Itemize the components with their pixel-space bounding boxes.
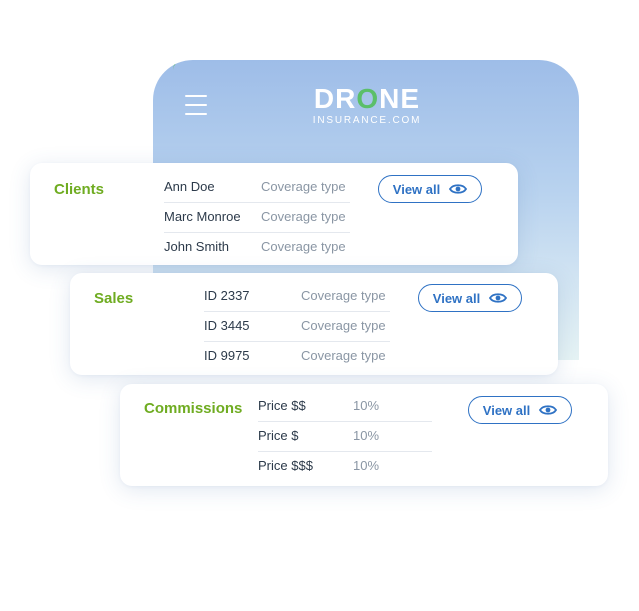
button-label: View all — [432, 290, 481, 306]
clients-list: Ann Doe Coverage type Marc Monroe Covera… — [164, 173, 350, 263]
sales-card: Sales ID 2337 Coverage type ID 3445 Cove… — [70, 273, 558, 375]
client-name: Ann Doe — [164, 179, 215, 194]
logo-subtext: INSURANCE.COM — [312, 115, 422, 126]
coverage-type: Coverage type — [261, 239, 346, 254]
list-item[interactable]: Ann Doe Coverage type — [164, 173, 350, 203]
commission-rate: 10% — [353, 458, 380, 473]
list-item[interactable]: John Smith Coverage type — [164, 233, 350, 263]
app-logo: DRONE INSURANCE.COM — [309, 84, 425, 127]
coverage-type: Coverage type — [301, 318, 386, 333]
list-item[interactable]: ID 3445 Coverage type — [204, 312, 390, 342]
client-name: John Smith — [164, 239, 230, 254]
price-label: Price $$$ — [258, 458, 313, 473]
client-name: Marc Monroe — [164, 209, 241, 224]
eye-icon — [539, 405, 558, 415]
sales-list: ID 2337 Coverage type ID 3445 Coverage t… — [204, 282, 390, 372]
sale-id: ID 2337 — [204, 288, 250, 303]
accent-edge — [173, 60, 233, 70]
list-item[interactable]: ID 9975 Coverage type — [204, 342, 390, 372]
price-label: Price $ — [258, 428, 299, 443]
sales-title: Sales — [94, 290, 134, 307]
coverage-type: Coverage type — [301, 348, 386, 363]
commissions-view-all-button[interactable]: View all — [468, 396, 572, 424]
clients-title: Clients — [54, 181, 105, 198]
list-item[interactable]: Price $ 10% — [258, 422, 432, 452]
price-label: Price $$ — [258, 398, 306, 413]
button-label: View all — [482, 402, 531, 418]
commission-rate: 10% — [353, 428, 380, 443]
sale-id: ID 9975 — [204, 348, 250, 363]
commissions-card: Commissions Price $$ 10% Price $ 10% Pri… — [120, 384, 608, 486]
coverage-type: Coverage type — [261, 179, 346, 194]
list-item[interactable]: Price $$$ 10% — [258, 452, 432, 482]
logo-wordmark: DRONE — [309, 84, 425, 114]
coverage-type: Coverage type — [301, 288, 386, 303]
eye-icon — [489, 293, 508, 303]
clients-card: Clients Ann Doe Coverage type Marc Monro… — [30, 163, 518, 265]
button-label: View all — [392, 181, 441, 197]
hamburger-menu-icon[interactable] — [185, 95, 209, 115]
sale-id: ID 3445 — [204, 318, 250, 333]
commissions-list: Price $$ 10% Price $ 10% Price $$$ 10% — [258, 392, 432, 482]
clients-view-all-button[interactable]: View all — [378, 175, 482, 203]
sales-view-all-button[interactable]: View all — [418, 284, 522, 312]
logo-accent-letter: O — [356, 83, 380, 114]
logo-text: DRONE — [313, 83, 421, 114]
commissions-title: Commissions — [144, 400, 243, 417]
coverage-type: Coverage type — [261, 209, 346, 224]
list-item[interactable]: Price $$ 10% — [258, 392, 432, 422]
commission-rate: 10% — [353, 398, 380, 413]
eye-icon — [449, 184, 468, 194]
list-item[interactable]: ID 2337 Coverage type — [204, 282, 390, 312]
list-item[interactable]: Marc Monroe Coverage type — [164, 203, 350, 233]
